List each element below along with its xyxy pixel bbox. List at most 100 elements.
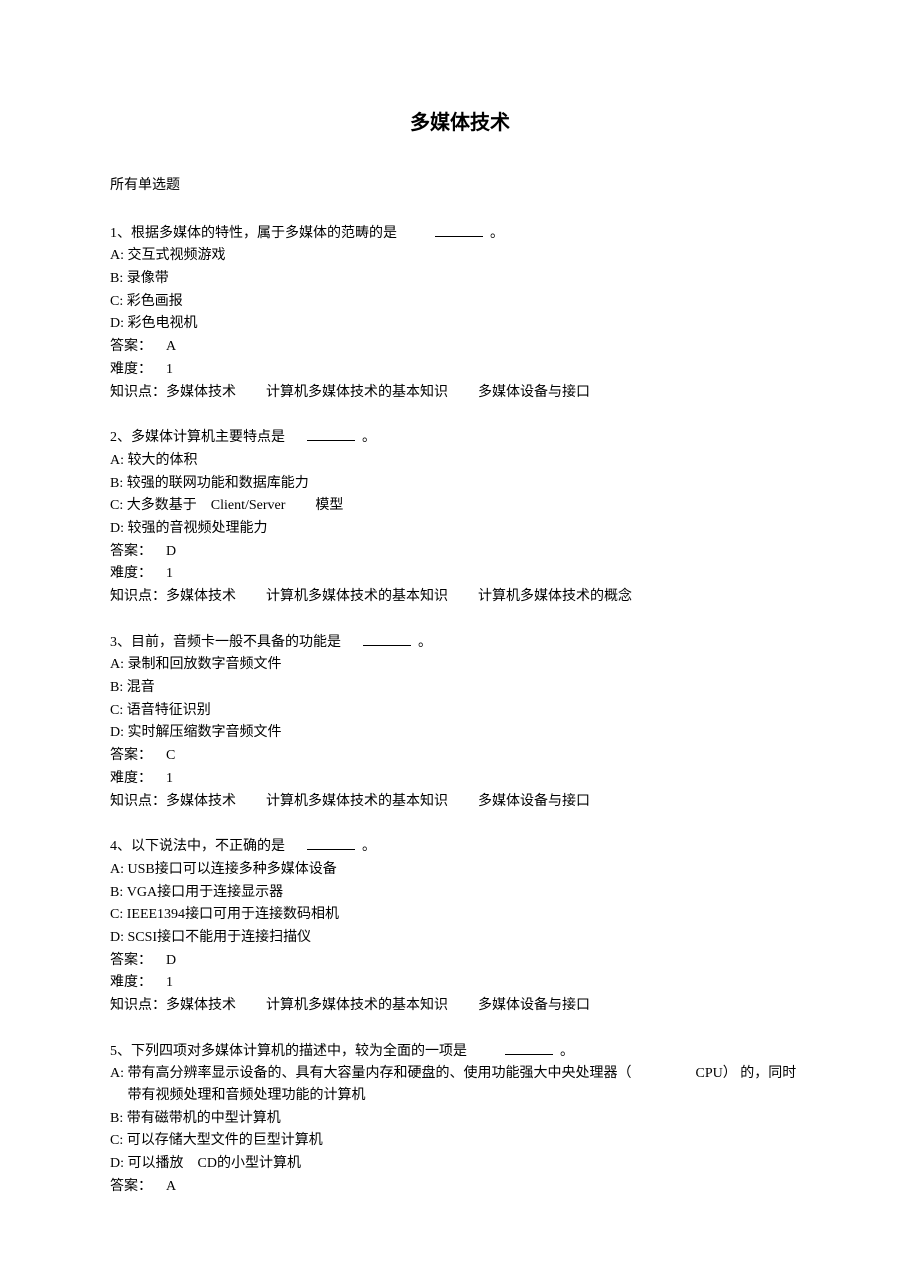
answer-label: 答案：: [110, 339, 152, 354]
option-c: C: IEEE1394接口可用于连接数码相机: [110, 904, 810, 926]
knowledge-part: 多媒体设备与接口: [478, 998, 590, 1013]
knowledge-part: 计算机多媒体技术的基本知识: [266, 385, 448, 400]
difficulty-value: 1: [166, 771, 173, 786]
option-text: 的小型计算机: [217, 1156, 301, 1171]
option-text: VGA: [127, 885, 157, 900]
stem-text: 1、根据多媒体的特性，属于多媒体的范畴的是: [110, 226, 397, 241]
option-text: CPU）: [696, 1066, 737, 1081]
knowledge-label: 知识点：: [110, 589, 166, 604]
option-text: 语音特征识别: [127, 703, 211, 718]
stem-end: 。: [490, 226, 504, 241]
option-text: 接口可以连接多种多媒体设备: [155, 862, 337, 877]
option-text: 彩色画报: [127, 294, 183, 309]
option-text: 录制和回放数字音频文件: [128, 657, 282, 672]
knowledge-line: 知识点：多媒体技术计算机多媒体技术的基本知识多媒体设备与接口: [110, 995, 810, 1017]
option-text: CD: [198, 1156, 217, 1171]
option-c: C: 可以存储大型文件的巨型计算机: [110, 1130, 810, 1152]
option-d: D: SCSI接口不能用于连接扫描仪: [110, 927, 810, 949]
option-a: A: 较大的体积: [110, 450, 810, 472]
option-text: 带有高分辨率显示设备的、具有大容量内存和硬盘的、使用功能强大中央处理器（: [128, 1066, 632, 1081]
option-text: 彩色电视机: [128, 316, 198, 331]
option-text: 较强的联网功能和数据库能力: [127, 476, 309, 491]
option-b: B: 录像带: [110, 268, 810, 290]
option-text: 带有磁带机的中型计算机: [127, 1111, 281, 1126]
difficulty-value: 1: [166, 975, 173, 990]
option-text: USB: [128, 862, 155, 877]
page-title: 多媒体技术: [110, 108, 810, 139]
difficulty-label: 难度：: [110, 566, 152, 581]
answer-line: 答案：D: [110, 541, 810, 563]
knowledge-part: 多媒体设备与接口: [478, 794, 590, 809]
option-text: 较大的体积: [128, 453, 198, 468]
knowledge-part: 计算机多媒体技术的概念: [478, 589, 632, 604]
question-2: 2、多媒体计算机主要特点是 。 A: 较大的体积 B: 较强的联网功能和数据库能…: [110, 427, 810, 608]
option-a: A: 录制和回放数字音频文件: [110, 654, 810, 676]
knowledge-line: 知识点：多媒体技术计算机多媒体技术的基本知识多媒体设备与接口: [110, 791, 810, 813]
stem-text: 5、下列四项对多媒体计算机的描述中，较为全面的一项是: [110, 1044, 467, 1059]
question-stem: 4、以下说法中，不正确的是 。: [110, 836, 810, 858]
question-1: 1、根据多媒体的特性，属于多媒体的范畴的是 。 A: 交互式视频游戏 B: 录像…: [110, 223, 810, 404]
option-text: Client/Server: [211, 498, 286, 513]
question-stem: 1、根据多媒体的特性，属于多媒体的范畴的是 。: [110, 223, 810, 245]
answer-value: A: [166, 339, 176, 354]
stem-end: 。: [362, 839, 376, 854]
option-c: C: 彩色画报: [110, 291, 810, 313]
option-text: 较强的音视频处理能力: [128, 521, 268, 536]
difficulty-line: 难度： 1: [110, 768, 810, 790]
option-text: 交互式视频游戏: [128, 248, 226, 263]
difficulty-label: 难度：: [110, 771, 152, 786]
question-stem: 2、多媒体计算机主要特点是 。: [110, 427, 810, 449]
option-text: IEEE1394: [127, 907, 185, 922]
option-d: D: 较强的音视频处理能力: [110, 518, 810, 540]
knowledge-part: 多媒体技术: [166, 794, 236, 809]
answer-line: 答案：C: [110, 745, 810, 767]
answer-line: 答案： D: [110, 950, 810, 972]
fill-blank: [505, 1041, 553, 1055]
difficulty-label: 难度：: [110, 362, 152, 377]
option-text: 接口用于连接显示器: [157, 885, 283, 900]
option-text: 接口可用于连接数码相机: [185, 907, 339, 922]
difficulty-value: 1: [166, 362, 173, 377]
option-c: C: 语音特征识别: [110, 700, 810, 722]
fill-blank: [363, 632, 411, 646]
section-label: 所有单选题: [110, 175, 810, 197]
option-text: 混音: [127, 680, 155, 695]
knowledge-label: 知识点：: [110, 385, 166, 400]
knowledge-part: 多媒体技术: [166, 589, 236, 604]
knowledge-part: 计算机多媒体技术的基本知识: [266, 589, 448, 604]
knowledge-part: 多媒体技术: [166, 998, 236, 1013]
question-stem: 5、下列四项对多媒体计算机的描述中，较为全面的一项是 。: [110, 1041, 810, 1063]
stem-text: 3、目前，音频卡一般不具备的功能是: [110, 635, 341, 650]
knowledge-part: 多媒体技术: [166, 385, 236, 400]
question-4: 4、以下说法中，不正确的是 。 A: USB接口可以连接多种多媒体设备 B: V…: [110, 836, 810, 1017]
answer-value: D: [166, 953, 176, 968]
option-text: 可以存储大型文件的巨型计算机: [127, 1133, 323, 1148]
option-d: D: 彩色电视机: [110, 313, 810, 335]
option-c: C: 大多数基于Client/Server模型: [110, 495, 810, 517]
option-text: 接口不能用于连接扫描仪: [157, 930, 311, 945]
option-a: A: 带有高分辨率显示设备的、具有大容量内存和硬盘的、使用功能强大中央处理器（C…: [110, 1063, 810, 1106]
knowledge-line: 知识点：多媒体技术 计算机多媒体技术的基本知识 多媒体设备与接口: [110, 382, 810, 404]
stem-end: 。: [362, 430, 376, 445]
stem-text: 2、多媒体计算机主要特点是: [110, 430, 285, 445]
difficulty-line: 难度： 1: [110, 972, 810, 994]
option-text: SCSI: [128, 930, 158, 945]
difficulty-label: 难度：: [110, 975, 152, 990]
option-d: D: 可以播放CD的小型计算机: [110, 1153, 810, 1175]
option-a: A: 交互式视频游戏: [110, 245, 810, 267]
option-text: 模型: [315, 498, 343, 513]
option-b: B: VGA接口用于连接显示器: [110, 882, 810, 904]
option-b: B: 混音: [110, 677, 810, 699]
option-b: B: 带有磁带机的中型计算机: [110, 1108, 810, 1130]
knowledge-label: 知识点：: [110, 794, 166, 809]
answer-label: 答案：: [110, 953, 152, 968]
option-b: B: 较强的联网功能和数据库能力: [110, 473, 810, 495]
knowledge-part: 多媒体设备与接口: [478, 385, 590, 400]
option-d: D: 实时解压缩数字音频文件: [110, 722, 810, 744]
answer-value: C: [166, 748, 175, 763]
option-text: 大多数基于: [127, 498, 197, 513]
question-5: 5、下列四项对多媒体计算机的描述中，较为全面的一项是 。 A: 带有高分辨率显示…: [110, 1041, 810, 1198]
knowledge-label: 知识点：: [110, 998, 166, 1013]
answer-value: D: [166, 544, 176, 559]
fill-blank: [435, 223, 483, 237]
